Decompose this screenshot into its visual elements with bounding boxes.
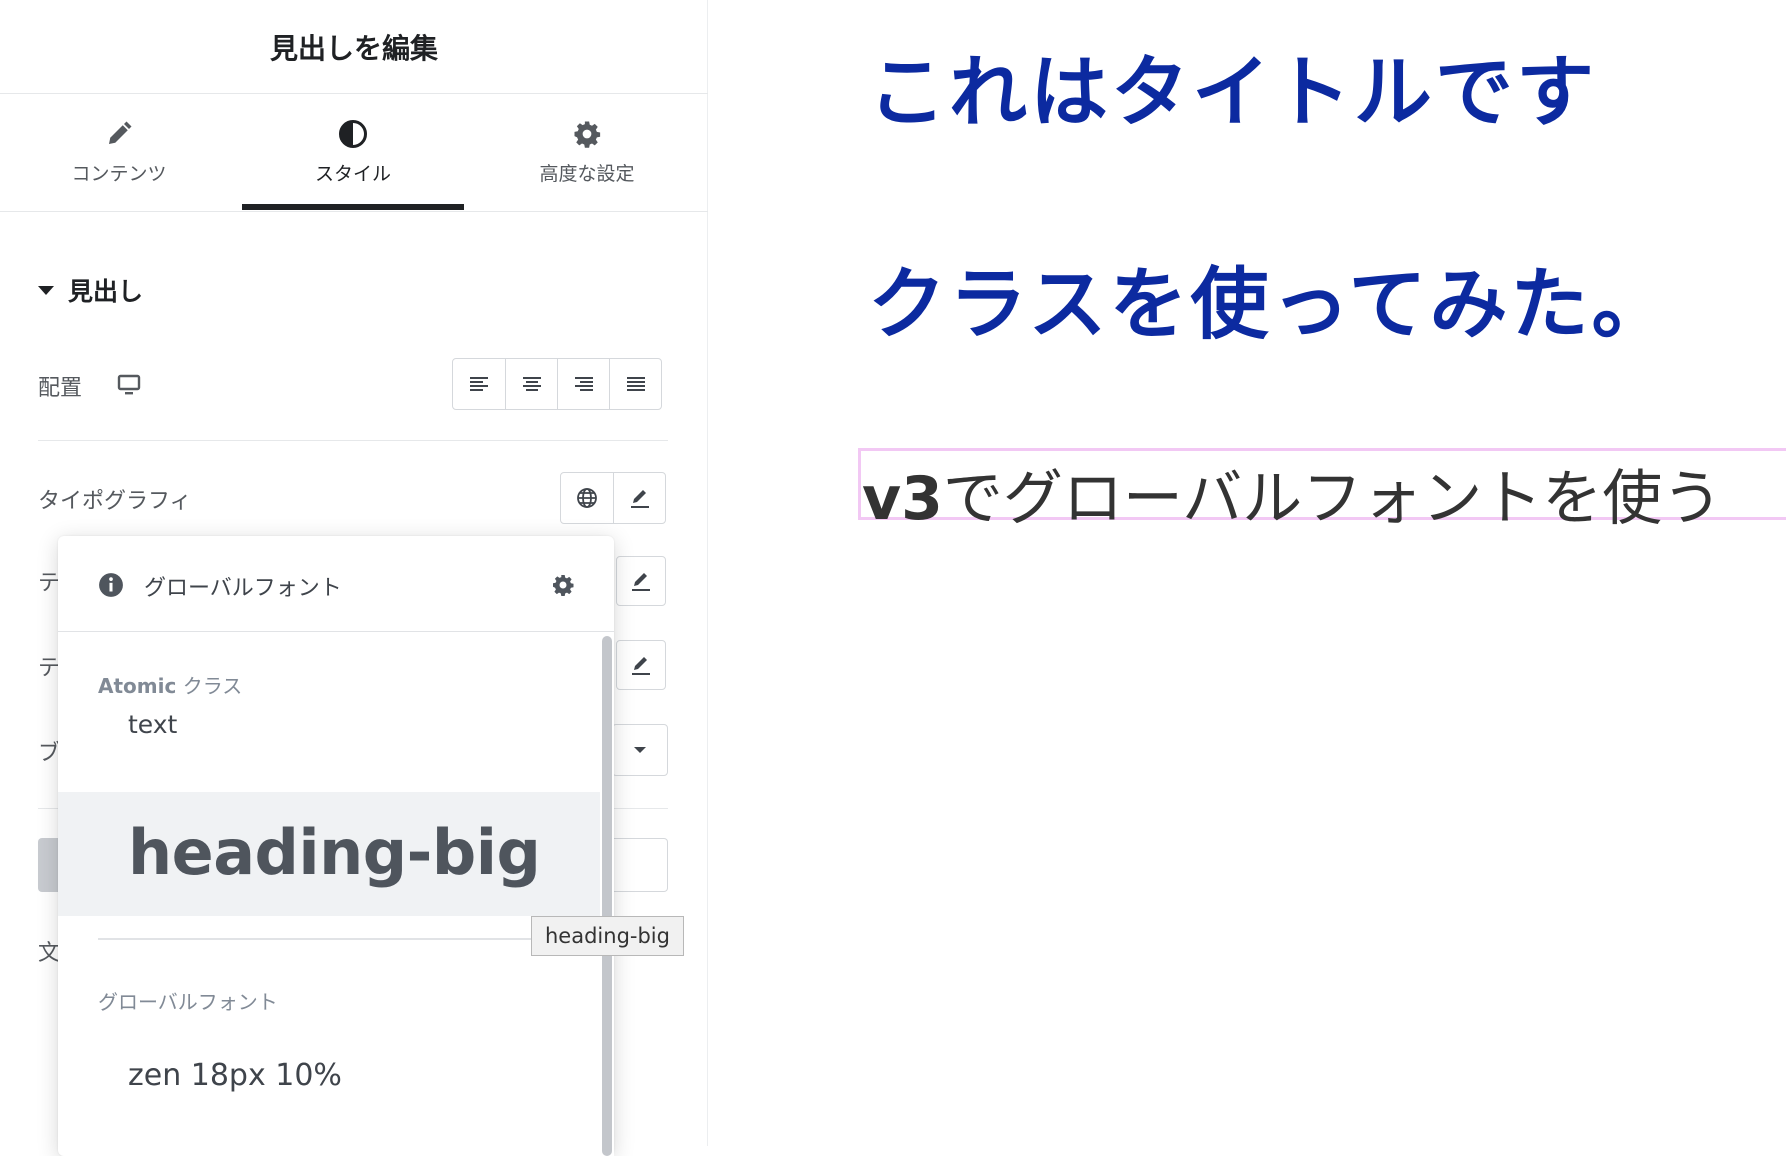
heading-text: でグローバルフォントを使う [942,464,1723,534]
panel-title: 見出しを編集 [269,31,438,65]
align-left-icon [470,377,488,391]
edit-typography-button[interactable] [613,473,665,523]
panel-header: 見出しを編集 [0,0,708,94]
align-justify-button[interactable] [609,359,661,409]
truncated-label: ブ [38,741,61,766]
tab-advanced[interactable]: 高度な設定 [476,94,698,211]
section-toggle-heading[interactable]: 見出し [38,272,143,308]
truncated-label: テ [38,656,61,681]
alignment-label: 配置 [38,376,83,401]
chevron-down-icon [634,747,646,753]
dropdown-header-label: グローバルフォント [144,576,342,601]
section-title: 見出し [68,277,144,306]
align-center-button[interactable] [505,359,557,409]
info-icon [99,573,123,597]
tab-bar: コンテンツ スタイル 高度な設定 [0,94,708,212]
gear-icon [574,121,601,148]
divider [98,938,568,940]
edit-text-shadow-button[interactable] [616,556,666,606]
global-button[interactable] [561,473,613,523]
canvas-edge [708,1112,740,1146]
atomic-prefix: Atomic [98,674,177,698]
dropdown-header: グローバルフォント [58,536,614,632]
dropdown-item-label: zen 18px 10% [128,1058,342,1093]
typography-button-group [560,472,666,524]
caret-down-icon [38,285,54,295]
heading-prefix: v3 [862,464,943,534]
pencil-icon [109,121,132,144]
globe-icon [577,488,597,508]
pencil-icon [630,490,649,508]
dropdown-item-text[interactable]: text [58,696,600,754]
tooltip: heading-big [531,916,684,956]
align-right-button[interactable] [557,359,609,409]
scrollbar-thumb[interactable] [602,636,612,1156]
edit-text-stroke-button[interactable] [616,640,666,690]
active-tab-indicator [242,204,464,210]
align-center-icon [522,377,541,391]
half-circle-icon [339,120,367,148]
align-right-icon [574,377,593,391]
atomic-suffix: クラス [176,674,243,698]
dropdown-item-global-font[interactable]: zen 18px 10% [58,1044,600,1108]
truncated-label: 文 [38,941,61,966]
pencil-icon [632,657,650,675]
input-field[interactable] [614,838,668,892]
tab-label: スタイル [314,163,391,185]
dropdown-item-label: text [128,710,178,739]
tab-label: 高度な設定 [539,163,635,185]
truncated-label: テ [38,571,61,596]
tab-style[interactable]: スタイル [242,94,464,211]
typography-label: タイポグラフィ [38,489,192,514]
global-font-dropdown: グローバルフォント Atomic クラス text heading-big グロ… [58,536,614,1156]
preview-heading-1[interactable]: これはタイトルです [868,30,1597,142]
preview-selected-heading[interactable]: v3でグローバルフォントを使う [862,450,1722,537]
tab-label: コンテンツ [71,163,167,185]
dropdown-item-heading-big[interactable]: heading-big [58,792,600,916]
atomic-classes-group-title: Atomic クラス [98,670,242,699]
dropdown-item-label: heading-big [128,816,541,889]
align-justify-icon [626,377,645,391]
divider [38,440,668,441]
pencil-icon [632,573,650,591]
desktop-icon[interactable] [116,373,142,397]
blend-mode-select[interactable] [612,724,668,776]
gear-icon[interactable] [551,573,575,597]
preview-heading-2[interactable]: クラスを使ってみた。 [868,242,1673,354]
tab-content[interactable]: コンテンツ [8,94,230,211]
global-fonts-group-title: グローバルフォント [98,990,278,1014]
alignment-button-group [452,358,662,410]
align-left-button[interactable] [453,359,505,409]
